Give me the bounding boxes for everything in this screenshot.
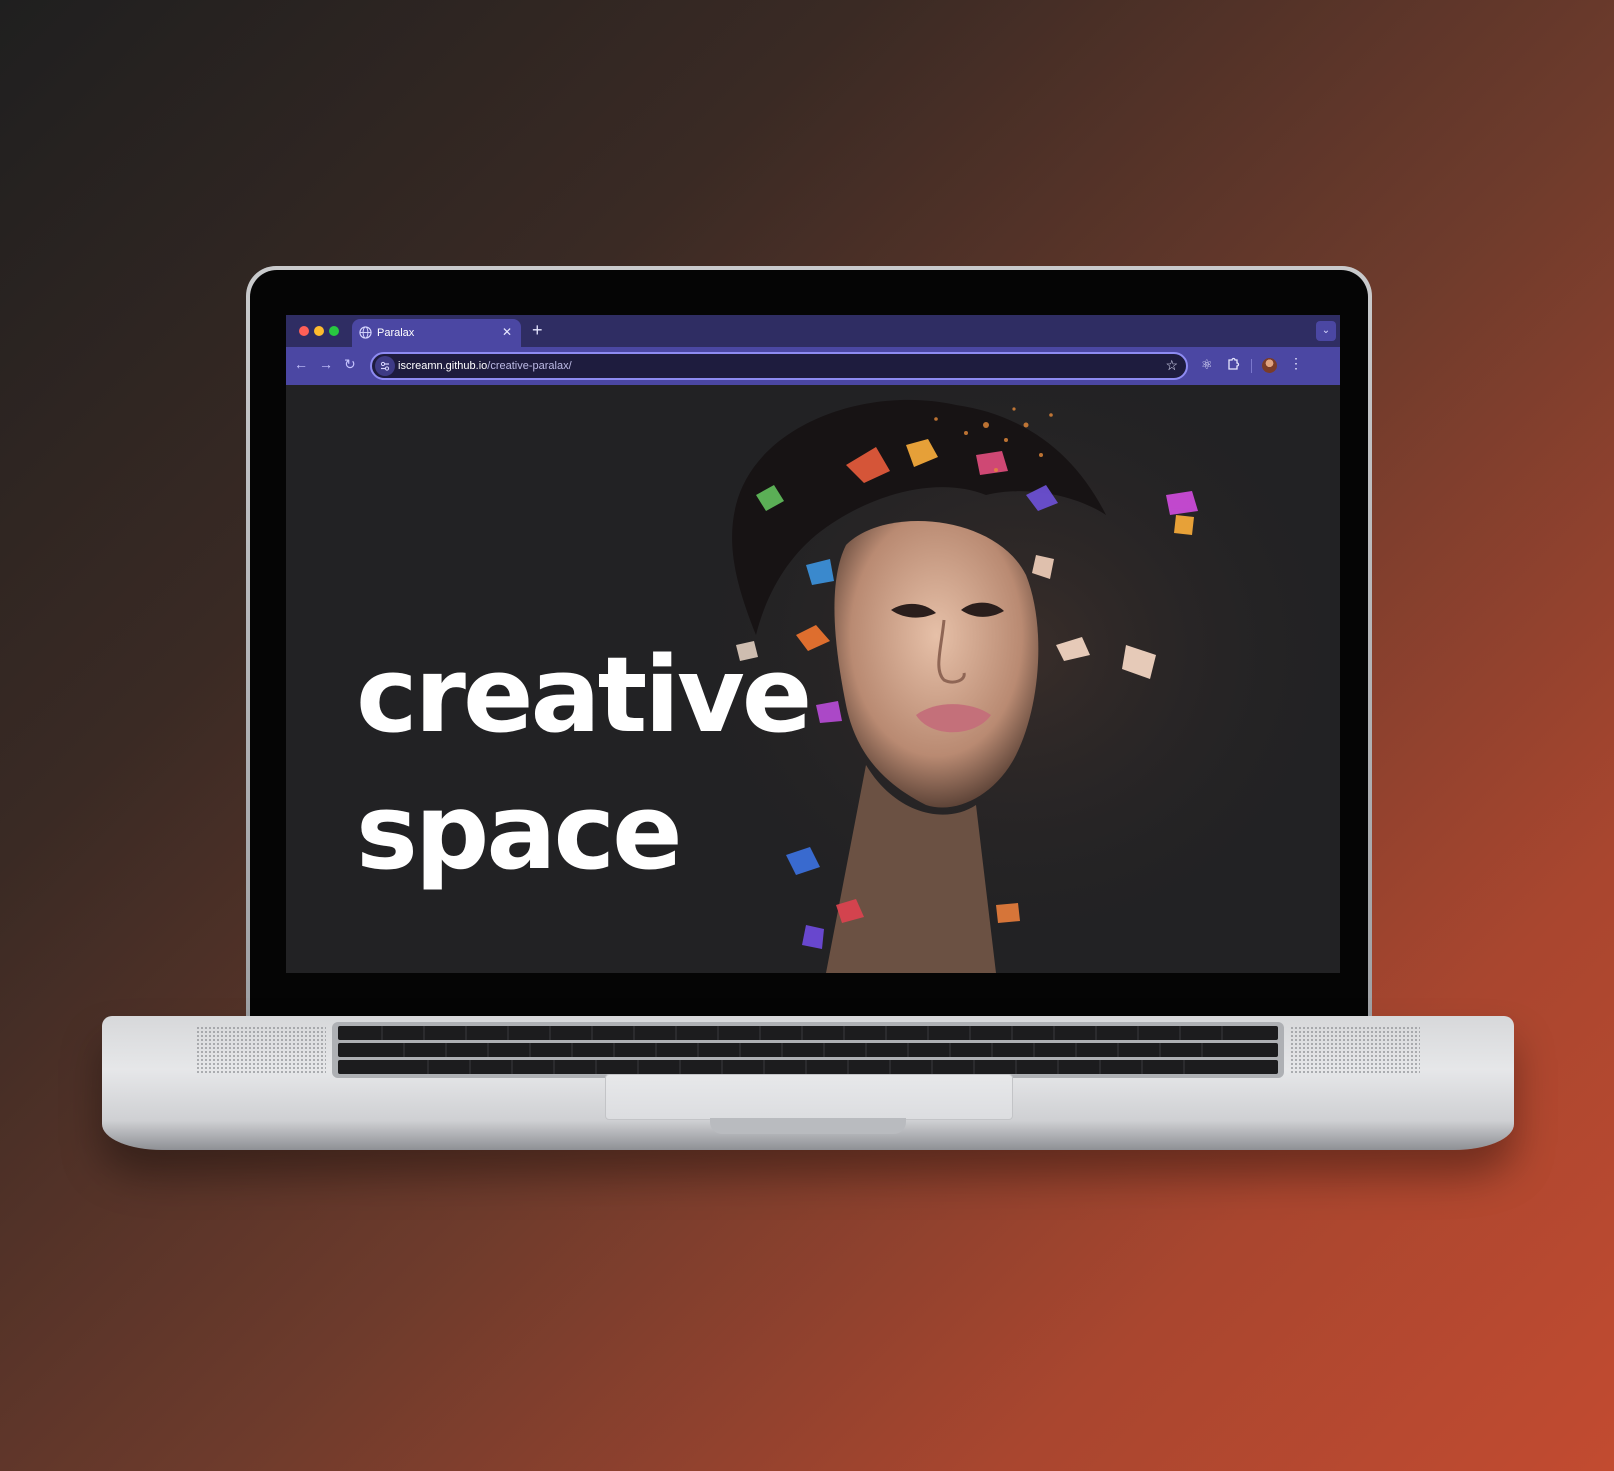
window-minimize-button[interactable] [314,326,324,336]
forward-arrow-icon[interactable]: → [319,356,333,372]
more-vertical-icon[interactable]: ⋮ [1289,355,1303,372]
site-info-icon[interactable] [375,356,395,376]
url-text: iscreamn.github.io/creative-paralax/ [398,360,572,372]
reload-icon[interactable]: ↻ [344,356,356,373]
star-icon[interactable]: ☆ [1165,357,1178,374]
tab-active[interactable]: Paralax ✕ [352,319,521,347]
browser-window: Paralax ✕ + ⌄ ← → ↻ iscreamn.github.io/c… [286,315,1340,973]
window-close-button[interactable] [299,326,309,336]
plus-icon[interactable]: + [532,320,543,341]
keyboard [332,1022,1284,1078]
speaker-grille-right [1290,1026,1420,1074]
url-path: /creative-paralax/ [487,360,572,372]
screen-bezel: Paralax ✕ + ⌄ ← → ↻ iscreamn.github.io/c… [250,270,1368,1024]
laptop-base [102,1016,1514,1150]
close-icon[interactable]: ✕ [502,325,512,339]
laptop-lid: Paralax ✕ + ⌄ ← → ↻ iscreamn.github.io/c… [246,266,1372,1028]
puzzle-icon[interactable] [1226,357,1240,371]
url-domain: iscreamn.github.io [398,360,488,372]
avatar[interactable] [1262,358,1277,373]
hero-headline-line1: creative [356,634,812,756]
window-maximize-button[interactable] [329,326,339,336]
web-page: creative space [286,385,1340,973]
trackpad [605,1074,1013,1120]
lid-opening-notch [710,1118,906,1134]
chevron-down-icon[interactable]: ⌄ [1316,321,1336,341]
back-arrow-icon[interactable]: ← [294,356,308,372]
globe-icon [359,326,372,339]
hero-headline-line2: space [356,771,683,893]
react-icon[interactable]: ⚛ [1201,357,1213,373]
browser-toolbar: ← → ↻ iscreamn.github.io/creative-parala… [286,347,1340,385]
tab-strip: Paralax ✕ + ⌄ [286,315,1340,347]
speaker-grille-left [196,1026,326,1074]
tab-title: Paralax [377,327,415,339]
address-bar[interactable]: iscreamn.github.io/creative-paralax/ ☆ [370,352,1188,380]
toolbar-divider [1251,359,1252,373]
